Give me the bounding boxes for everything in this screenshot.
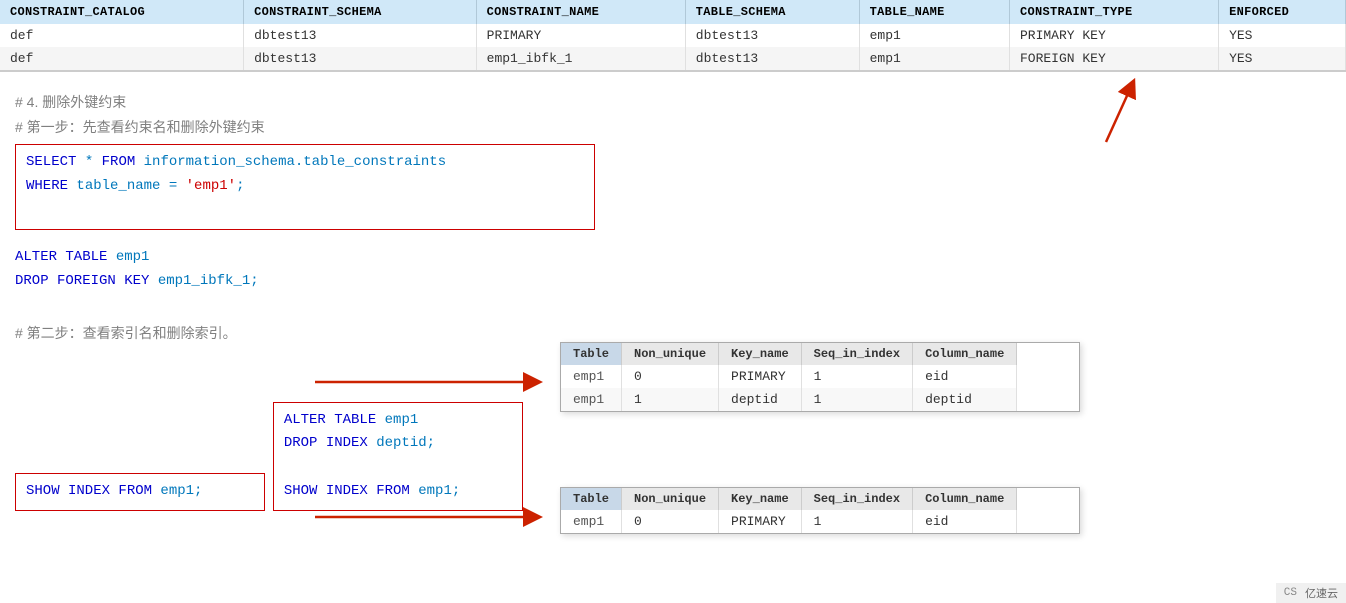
cell: 0 <box>622 365 719 388</box>
cell: PRIMARY <box>719 510 802 533</box>
col-constraint-name: CONSTRAINT_NAME <box>476 0 685 24</box>
rt1-col-keyname: Key_name <box>719 343 802 365</box>
cell: emp1 <box>859 24 1009 47</box>
table-row: emp1 1 deptid 1 deptid <box>561 388 1017 411</box>
cell: emp1 <box>859 47 1009 70</box>
cell: emp1 <box>561 388 622 411</box>
alter-fk-block: ALTER TABLE emp1 DROP FOREIGN KEY emp1_i… <box>15 244 1331 296</box>
cell: def <box>0 24 244 47</box>
bottom-bar: CS 亿速云 <box>1276 583 1346 603</box>
rt1-col-seqinindex: Seq_in_index <box>801 343 912 365</box>
cell: YES <box>1219 47 1346 70</box>
select-line1: SELECT * FROM information_schema.table_c… <box>26 151 584 175</box>
cell: deptid <box>913 388 1017 411</box>
cell: dbtest13 <box>244 47 477 70</box>
show-index-line2: SHOW INDEX FROM emp1; <box>284 480 512 504</box>
select-sql-block: SELECT * FROM information_schema.table_c… <box>15 144 595 229</box>
cell: PRIMARY <box>476 24 685 47</box>
cell: PRIMARY <box>719 365 802 388</box>
cell: emp1 <box>561 510 622 533</box>
constraint-table: CONSTRAINT_CATALOG CONSTRAINT_SCHEMA CON… <box>0 0 1346 70</box>
cs-label: CS <box>1284 587 1297 599</box>
show-index-block1: SHOW INDEX FROM emp1; <box>15 473 265 511</box>
rt2-col-table: Table <box>561 488 622 510</box>
table-row: def dbtest13 emp1_ibfk_1 dbtest13 emp1 F… <box>0 47 1346 70</box>
cell: emp1_ibfk_1 <box>476 47 685 70</box>
col-table-schema: TABLE_SCHEMA <box>685 0 859 24</box>
col-constraint-type: CONSTRAINT_TYPE <box>1009 0 1218 24</box>
rt1-col-colname: Column_name <box>913 343 1017 365</box>
cell: 1 <box>801 388 912 411</box>
cell: dbtest13 <box>244 24 477 47</box>
top-table-section: CONSTRAINT_CATALOG CONSTRAINT_SCHEMA CON… <box>0 0 1346 72</box>
cell: 1 <box>801 365 912 388</box>
select-line2: WHERE table_name = 'emp1'; <box>26 175 584 199</box>
rt2-col-seqinindex: Seq_in_index <box>801 488 912 510</box>
table-row: def dbtest13 PRIMARY dbtest13 emp1 PRIMA… <box>0 24 1346 47</box>
result-table-2-container: Table Non_unique Key_name Seq_in_index C… <box>560 487 1080 534</box>
cell: deptid <box>719 388 802 411</box>
cell: 0 <box>622 510 719 533</box>
main-content: # 4. 删除外键约束 # 第一步：先查看约束名和删除外键约束 SELECT *… <box>0 72 1346 562</box>
cell: YES <box>1219 24 1346 47</box>
table-row: emp1 0 PRIMARY 1 eid <box>561 510 1017 533</box>
cell: dbtest13 <box>685 24 859 47</box>
alter1-line1: ALTER TABLE emp1 <box>15 246 1331 270</box>
table-row: emp1 0 PRIMARY 1 eid <box>561 365 1017 388</box>
cell: emp1 <box>561 365 622 388</box>
alter2-line1: ALTER TABLE emp1 <box>284 409 512 433</box>
cell: PRIMARY KEY <box>1009 24 1218 47</box>
cell: FOREIGN KEY <box>1009 47 1218 70</box>
show-index-line1: SHOW INDEX FROM emp1; <box>26 480 254 504</box>
rt2-col-keyname: Key_name <box>719 488 802 510</box>
rt2-col-colname: Column_name <box>913 488 1017 510</box>
alter2-line2: DROP INDEX deptid; <box>284 432 512 456</box>
col-table-name: TABLE_NAME <box>859 0 1009 24</box>
cell: def <box>0 47 244 70</box>
cell: eid <box>913 510 1017 533</box>
alter2-line3 <box>284 456 512 480</box>
col-constraint-schema: CONSTRAINT_SCHEMA <box>244 0 477 24</box>
rt1-col-table: Table <box>561 343 622 365</box>
cursor-line <box>26 199 584 223</box>
arrow-right-1-icon <box>310 367 550 397</box>
cell: eid <box>913 365 1017 388</box>
arrow-right-2-icon <box>310 502 550 532</box>
rt1-col-nonunique: Non_unique <box>622 343 719 365</box>
arrow-up-icon <box>1066 77 1146 147</box>
result-table-2: Table Non_unique Key_name Seq_in_index C… <box>561 488 1017 533</box>
cell: 1 <box>801 510 912 533</box>
col-enforced: ENFORCED <box>1219 0 1346 24</box>
result-table-1-container: Table Non_unique Key_name Seq_in_index C… <box>560 342 1080 412</box>
rt2-col-nonunique: Non_unique <box>622 488 719 510</box>
alter-index-block: ALTER TABLE emp1 DROP INDEX deptid; SHOW… <box>273 402 523 511</box>
logo-text: 亿速云 <box>1305 585 1338 601</box>
result-table-1: Table Non_unique Key_name Seq_in_index C… <box>561 343 1017 411</box>
cell: 1 <box>622 388 719 411</box>
col-constraint-catalog: CONSTRAINT_CATALOG <box>0 0 244 24</box>
cell: dbtest13 <box>685 47 859 70</box>
alter1-line2: DROP FOREIGN KEY emp1_ibfk_1; <box>15 270 1331 294</box>
